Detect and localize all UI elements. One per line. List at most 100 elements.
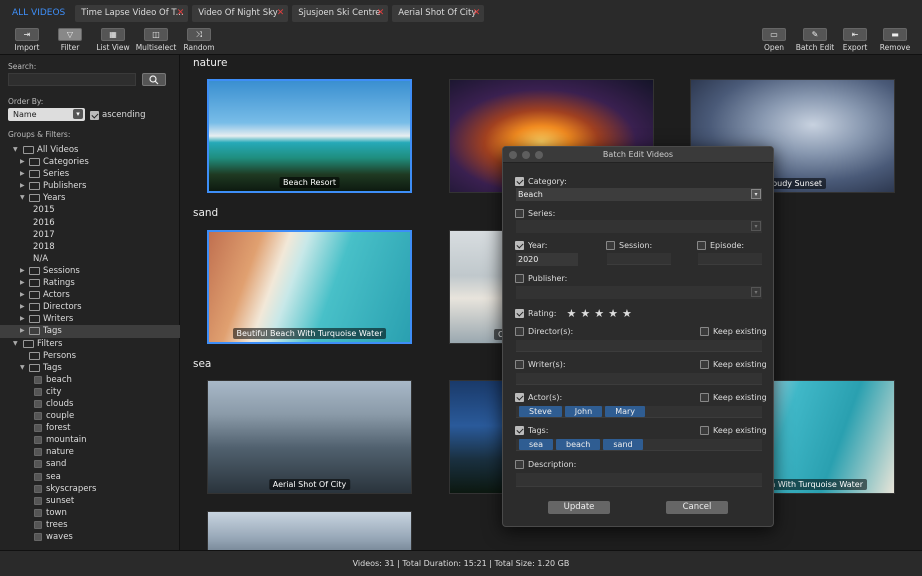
rating-checkbox[interactable]	[515, 309, 524, 318]
rating-stars[interactable]: ★ ★ ★ ★ ★	[567, 307, 636, 320]
actors-input[interactable]: Steve John Mary	[516, 406, 762, 418]
publisher-select[interactable]: ▾	[516, 286, 762, 299]
tree-item-year[interactable]: 2016	[0, 217, 180, 229]
actor-chip[interactable]: Steve	[519, 406, 562, 417]
collapsed-arrow-icon[interactable]: ▶	[20, 180, 25, 192]
ascending-toggle[interactable]: ascending	[90, 110, 145, 120]
filter-button[interactable]: ▽ Filter	[50, 28, 90, 52]
collapsed-arrow-icon[interactable]: ▶	[20, 313, 25, 325]
actor-chip[interactable]: John	[564, 406, 603, 417]
tag-filter-item[interactable]: beach	[0, 374, 180, 386]
tag-filter-item[interactable]: nature	[0, 446, 180, 458]
video-thumbnail[interactable]	[207, 511, 412, 550]
close-icon[interactable]: ✕	[377, 8, 385, 18]
tag-checkbox[interactable]	[34, 460, 42, 469]
series-select[interactable]: ▾	[516, 220, 762, 233]
expanded-arrow-icon[interactable]: ▼	[20, 362, 25, 374]
star-icon[interactable]: ★	[608, 307, 618, 320]
actor-chip[interactable]: Mary	[605, 406, 646, 417]
episode-checkbox[interactable]	[697, 241, 706, 250]
directors-checkbox[interactable]	[515, 327, 524, 336]
order-by-select[interactable]: Name ▾	[8, 108, 85, 121]
tag-checkbox[interactable]	[34, 533, 42, 541]
close-icon[interactable]: ✕	[177, 8, 185, 18]
update-button[interactable]: Update	[548, 501, 610, 514]
tree-item-year[interactable]: N/A	[0, 253, 180, 265]
tag-filter-item[interactable]: sea	[0, 471, 180, 483]
episode-input[interactable]	[698, 253, 762, 265]
keep-existing-checkbox[interactable]	[700, 426, 709, 435]
tag-filter-item[interactable]: mountain	[0, 434, 180, 446]
tree-item-ratings[interactable]: ▶ Ratings	[0, 277, 180, 289]
tag-checkbox[interactable]	[34, 496, 42, 505]
tag-chip[interactable]: sand	[603, 439, 643, 450]
tag-checkbox[interactable]	[34, 436, 42, 445]
import-button[interactable]: ⇥ Import	[7, 28, 47, 52]
video-thumbnail[interactable]: Beach Resort	[207, 79, 412, 193]
series-checkbox[interactable]	[515, 209, 524, 218]
tree-item-all-videos[interactable]: ▼ All Videos	[0, 144, 180, 156]
tag-filter-item[interactable]: forest	[0, 422, 180, 434]
actors-checkbox[interactable]	[515, 393, 524, 402]
tag-checkbox[interactable]	[34, 484, 42, 493]
close-window-button[interactable]	[509, 151, 517, 159]
description-input[interactable]	[516, 473, 762, 487]
tree-item-years[interactable]: ▼ Years	[0, 192, 180, 204]
random-button[interactable]: ⤨ Random	[179, 28, 219, 52]
tag-filter-item[interactable]: trees	[0, 519, 180, 531]
writers-checkbox[interactable]	[515, 360, 524, 369]
star-icon[interactable]: ★	[580, 307, 590, 320]
expanded-arrow-icon[interactable]: ▼	[13, 144, 18, 156]
star-icon[interactable]: ★	[594, 307, 604, 320]
list-view-button[interactable]: ▦ List View	[93, 28, 133, 52]
tree-item-writers[interactable]: ▶ Writers	[0, 313, 180, 325]
star-icon[interactable]: ★	[567, 307, 577, 320]
tree-item-publishers[interactable]: ▶ Publishers	[0, 180, 180, 192]
tab-ski-centre[interactable]: Sjusjoen Ski Centre ✕	[292, 4, 389, 22]
year-checkbox[interactable]	[515, 241, 524, 250]
expanded-arrow-icon[interactable]: ▼	[20, 192, 25, 204]
tree-item-actors[interactable]: ▶ Actors	[0, 289, 180, 301]
tab-all-videos[interactable]: ALL VIDEOS	[6, 4, 72, 22]
tag-filter-item[interactable]: town	[0, 507, 180, 519]
tag-checkbox[interactable]	[34, 424, 42, 433]
collapsed-arrow-icon[interactable]: ▶	[20, 289, 25, 301]
tag-filter-item[interactable]: sand	[0, 458, 180, 470]
collapsed-arrow-icon[interactable]: ▶	[20, 156, 25, 168]
tag-checkbox[interactable]	[34, 472, 42, 481]
tag-checkbox[interactable]	[34, 375, 42, 384]
zoom-window-button[interactable]	[535, 151, 543, 159]
keep-existing-checkbox[interactable]	[700, 327, 709, 336]
tag-filter-item[interactable]: city	[0, 386, 180, 398]
search-button[interactable]	[142, 73, 166, 86]
close-icon[interactable]: ✕	[277, 8, 285, 18]
tag-checkbox[interactable]	[34, 412, 42, 421]
keep-existing-checkbox[interactable]	[700, 393, 709, 402]
video-thumbnail[interactable]: Aerial Shot Of City	[207, 380, 412, 494]
batch-edit-button[interactable]: ✎ Batch Edit	[795, 28, 835, 52]
tags-input[interactable]: sea beach sand	[516, 439, 762, 451]
export-button[interactable]: ⇤ Export	[835, 28, 875, 52]
collapsed-arrow-icon[interactable]: ▶	[20, 325, 25, 337]
tree-item-filters[interactable]: ▼ Filters	[0, 338, 180, 350]
description-checkbox[interactable]	[515, 460, 524, 469]
category-select[interactable]: Beach ▾	[516, 188, 762, 201]
session-input[interactable]	[607, 253, 671, 265]
tab-night-sky[interactable]: Video Of Night Sky ✕	[192, 4, 289, 22]
minimize-window-button[interactable]	[522, 151, 530, 159]
tag-filter-item[interactable]: skyscrapers	[0, 483, 180, 495]
session-checkbox[interactable]	[606, 241, 615, 250]
tree-item-filter-tags[interactable]: ▼ Tags	[0, 362, 180, 374]
remove-button[interactable]: ▬ Remove	[875, 28, 915, 52]
tree-item-tags[interactable]: ▶ Tags	[0, 325, 180, 338]
keep-existing-checkbox[interactable]	[700, 360, 709, 369]
tag-checkbox[interactable]	[34, 520, 42, 529]
tag-checkbox[interactable]	[34, 508, 42, 517]
ascending-checkbox[interactable]	[90, 110, 99, 120]
star-icon[interactable]: ★	[622, 307, 632, 320]
tree-item-persons[interactable]: Persons	[0, 350, 180, 362]
writers-input[interactable]	[516, 373, 762, 385]
tree-item-categories[interactable]: ▶ Categories	[0, 156, 180, 168]
tag-checkbox[interactable]	[34, 448, 42, 457]
tree-item-sessions[interactable]: ▶ Sessions	[0, 265, 180, 277]
